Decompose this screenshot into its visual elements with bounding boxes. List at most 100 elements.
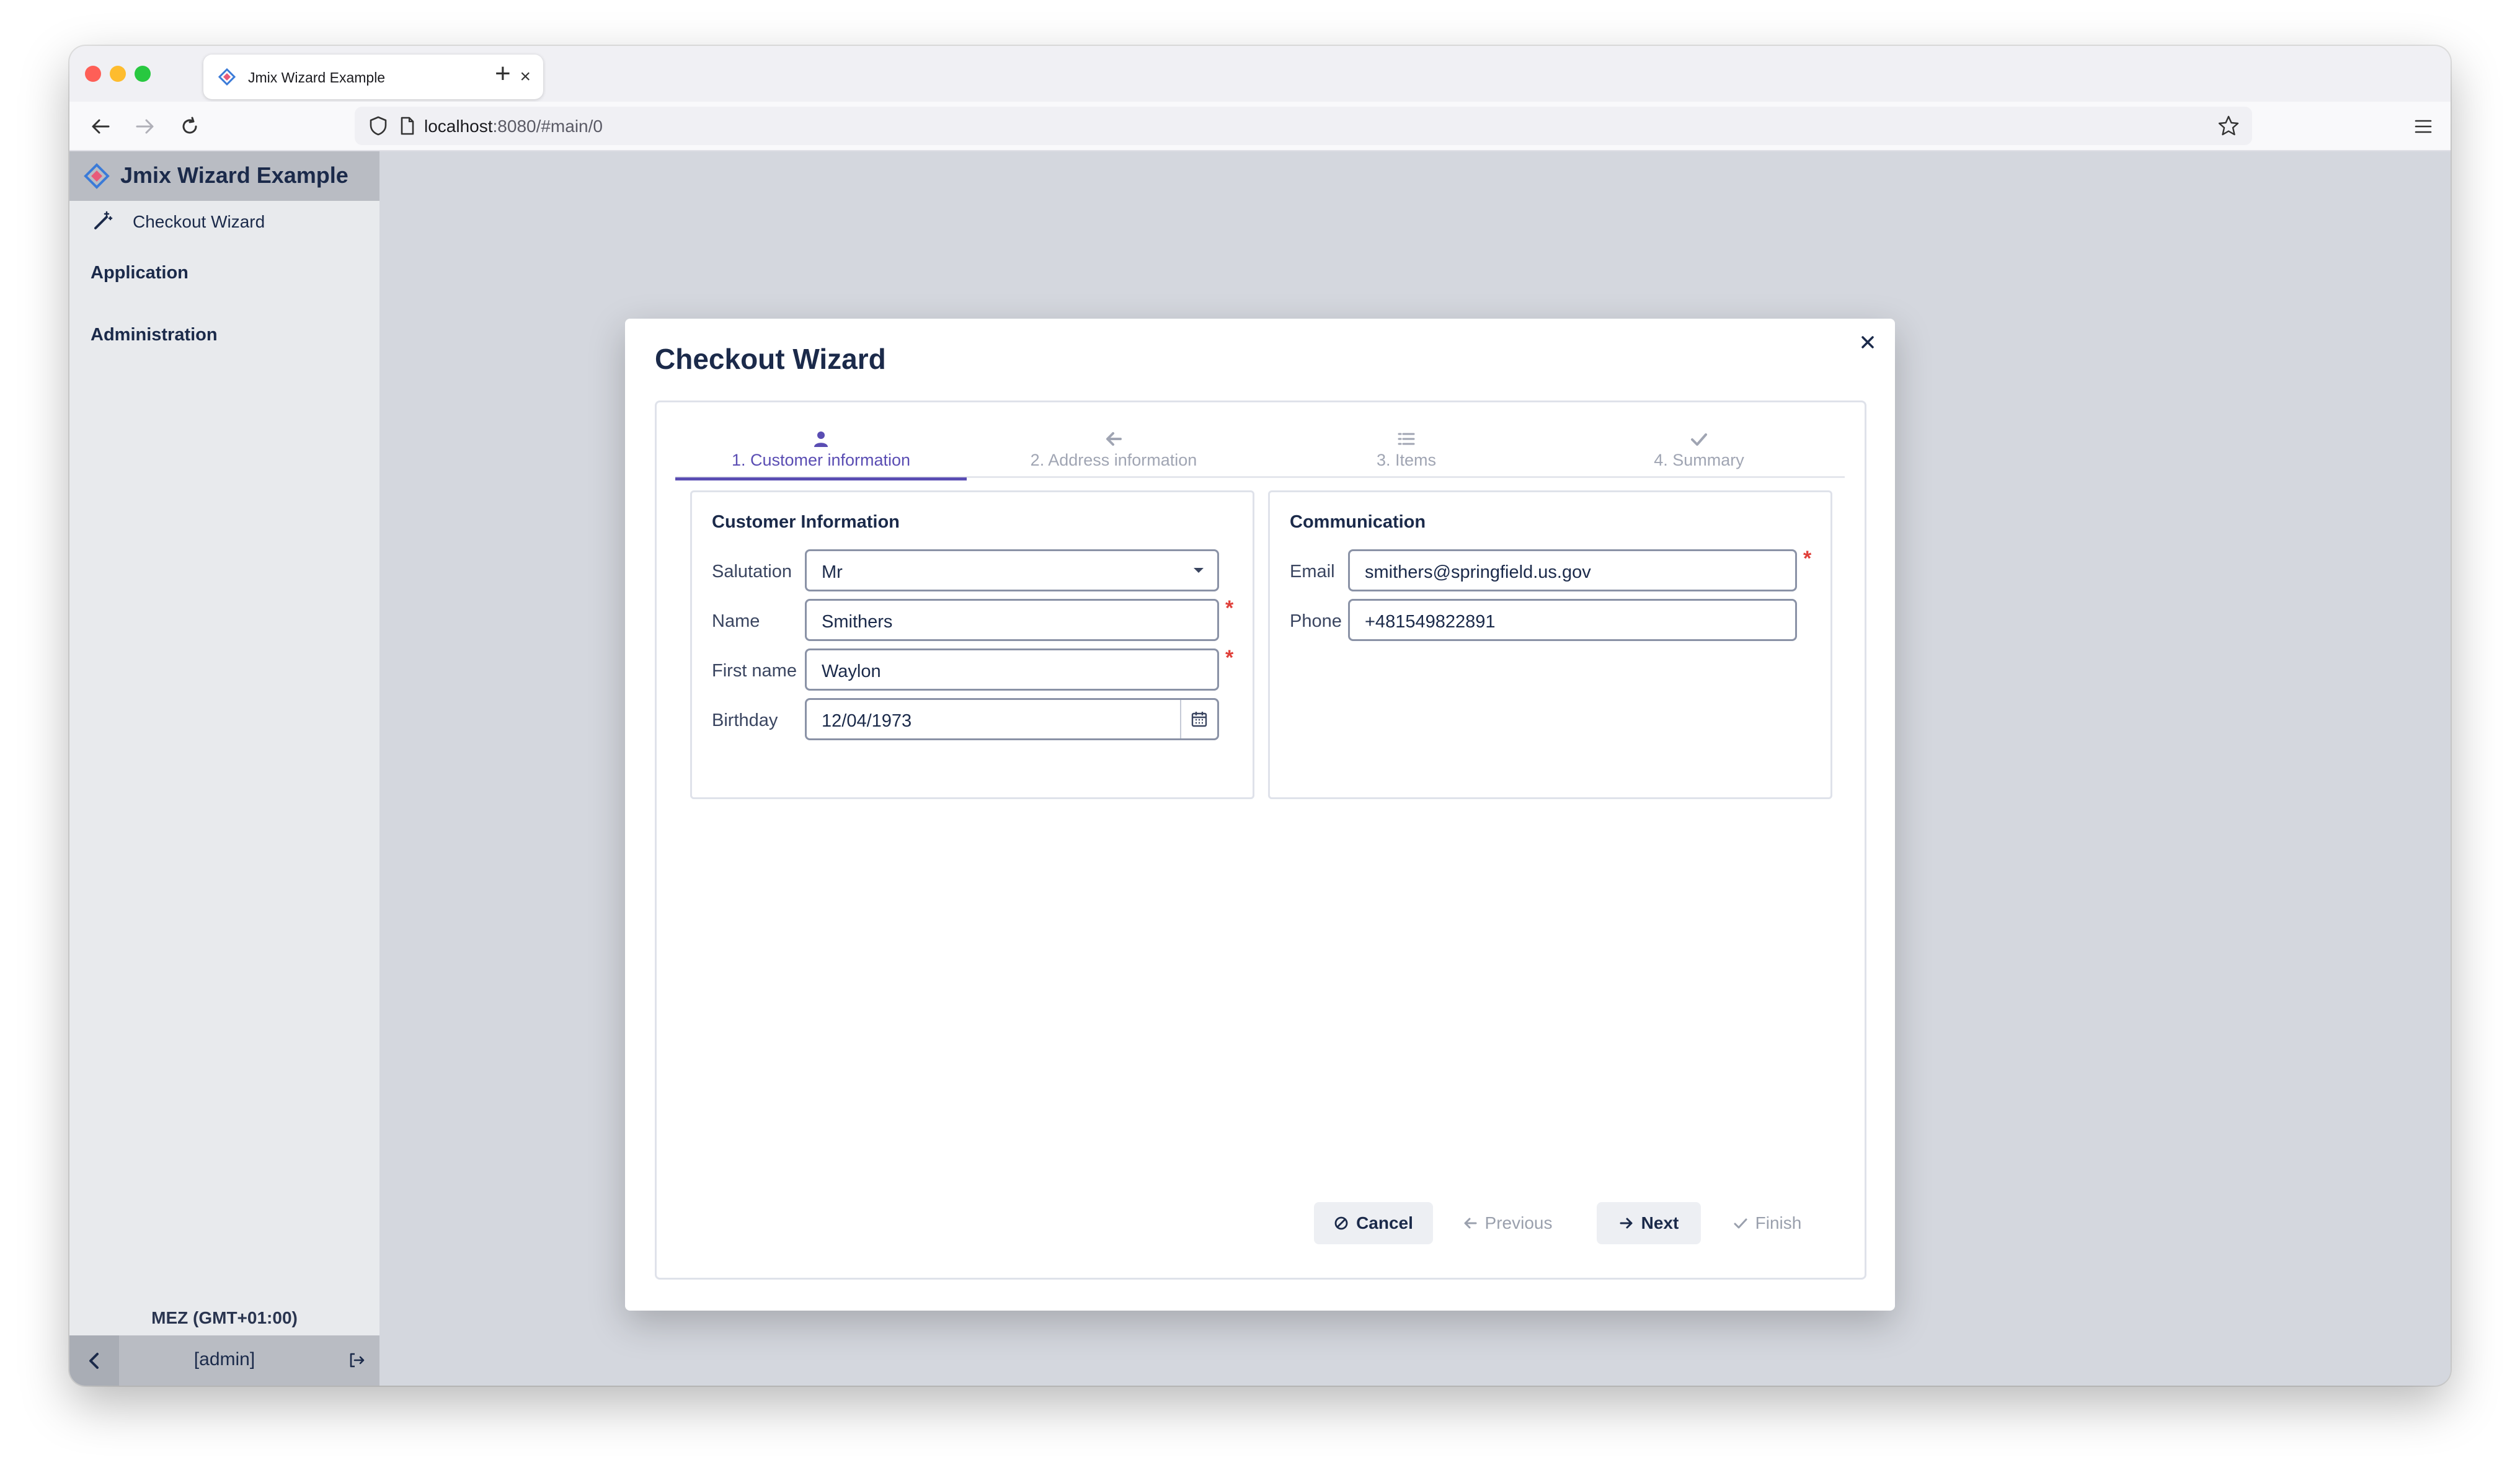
navigation-bar: localhost:8080/#main/0: [69, 102, 2451, 151]
collapse-sidebar-button[interactable]: [69, 1335, 119, 1386]
step-label: 4. Summary: [1654, 451, 1744, 469]
tab-close-icon[interactable]: ×: [520, 66, 531, 88]
arrow-right-icon: [1620, 1218, 1633, 1229]
tab-address-information[interactable]: 2. Address information: [968, 425, 1259, 478]
finish-button[interactable]: Finish: [1721, 1202, 1814, 1244]
browser-window: Jmix Wizard Example × + localhost:8080/#…: [69, 46, 2451, 1386]
arrow-right-icon: [136, 119, 154, 134]
previous-button[interactable]: Previous: [1453, 1202, 1562, 1244]
email-field[interactable]: smithers@springfield.us.gov: [1348, 549, 1797, 591]
step-label: 2. Address information: [1030, 451, 1197, 469]
sidebar-item-checkout-wizard[interactable]: Checkout Wizard: [69, 201, 379, 241]
app-title: Jmix Wizard Example: [120, 162, 348, 188]
application-area: Jmix Wizard Example Checkout Wizard Appl…: [69, 151, 2451, 1386]
page-icon: [401, 117, 414, 135]
communication-panel: Communication Email smithers@springfield…: [1268, 490, 1832, 799]
forward-button[interactable]: [130, 112, 160, 141]
menu-button[interactable]: [2408, 112, 2438, 141]
required-indicator: *: [1803, 547, 1812, 570]
salutation-select[interactable]: Mr: [805, 549, 1219, 591]
minimize-window-button[interactable]: [110, 66, 126, 82]
dialog-close-button[interactable]: [1853, 327, 1883, 357]
required-indicator: *: [1225, 596, 1234, 620]
birthday-value: 12/04/1973: [822, 711, 912, 731]
panel-title: Customer Information: [712, 512, 900, 532]
required-indicator: *: [1225, 646, 1234, 670]
date-picker-button[interactable]: [1180, 700, 1217, 738]
wizard-container: 1. Customer information 2. Address infor…: [655, 400, 1866, 1280]
first-name-value: Waylon: [822, 662, 881, 681]
url-path: :8080/#main/0: [492, 117, 603, 136]
first-name-field[interactable]: Waylon: [805, 648, 1219, 691]
dialog-title: Checkout Wizard: [655, 343, 886, 375]
star-icon[interactable]: [2217, 115, 2240, 137]
jmix-logo-icon: [218, 68, 236, 86]
list-icon: [1398, 433, 1415, 445]
ban-icon: [1334, 1216, 1348, 1230]
user-icon: [814, 431, 828, 447]
close-window-button[interactable]: [85, 66, 101, 82]
sidebar-group-administration[interactable]: Administration: [91, 325, 218, 345]
sidebar-footer: [admin]: [69, 1335, 379, 1386]
chevron-left-icon: [89, 1352, 99, 1369]
customer-information-panel: Customer Information Salutation Mr Name …: [690, 490, 1254, 799]
sidebar-item-label: Checkout Wizard: [133, 212, 265, 231]
next-button[interactable]: Next: [1597, 1202, 1701, 1244]
next-label: Next: [1641, 1213, 1679, 1232]
checkout-wizard-dialog: Checkout Wizard 1. Customer information: [625, 319, 1895, 1311]
name-label: Name: [712, 611, 760, 631]
magic-wand-icon: [94, 211, 113, 229]
name-field[interactable]: Smithers: [805, 599, 1219, 641]
cancel-button[interactable]: Cancel: [1314, 1202, 1433, 1244]
arrow-left-icon: [1464, 1218, 1477, 1229]
sidebar: Jmix Wizard Example Checkout Wizard Appl…: [69, 151, 379, 1386]
calendar-icon: [1191, 712, 1207, 727]
phone-label: Phone: [1290, 611, 1342, 631]
step-label: 1. Customer information: [731, 451, 911, 469]
check-icon: [1691, 433, 1707, 446]
phone-field[interactable]: +481549822891: [1348, 599, 1797, 641]
close-icon: [1861, 336, 1874, 348]
reload-button[interactable]: [175, 112, 205, 141]
tab-title: Jmix Wizard Example: [248, 69, 386, 86]
tab-customer-information[interactable]: 1. Customer information: [675, 425, 967, 480]
logout-icon[interactable]: [347, 1350, 367, 1370]
url-text: localhost:8080/#main/0: [424, 117, 603, 136]
reload-icon: [182, 117, 197, 134]
email-label: Email: [1290, 562, 1335, 582]
address-bar[interactable]: localhost:8080/#main/0: [355, 107, 2252, 145]
birthday-date-field[interactable]: 12/04/1973: [805, 698, 1219, 740]
finish-label: Finish: [1755, 1213, 1802, 1232]
first-name-label: First name: [712, 661, 797, 681]
salutation-label: Salutation: [712, 562, 792, 582]
new-tab-button[interactable]: +: [495, 58, 511, 89]
sidebar-header: Jmix Wizard Example: [69, 151, 379, 201]
tab-items[interactable]: 3. Items: [1261, 425, 1552, 478]
user-indicator[interactable]: [admin]: [119, 1349, 330, 1370]
name-value: Smithers: [822, 612, 893, 632]
panel-title: Communication: [1290, 512, 1426, 532]
caret-down-icon: [1194, 568, 1204, 573]
step-label: 3. Items: [1376, 451, 1437, 469]
tab-strip: Jmix Wizard Example × +: [69, 46, 2451, 102]
jmix-logo-icon: [84, 163, 110, 189]
maximize-window-button[interactable]: [135, 66, 151, 82]
salutation-value: Mr: [822, 562, 843, 582]
birthday-label: Birthday: [712, 710, 778, 730]
browser-tab[interactable]: Jmix Wizard Example ×: [203, 55, 543, 99]
wizard-steps: 1. Customer information 2. Address infor…: [675, 425, 1845, 480]
sidebar-group-application[interactable]: Application: [91, 263, 189, 283]
check-icon: [1734, 1218, 1747, 1229]
phone-value: +481549822891: [1365, 612, 1496, 632]
tab-summary[interactable]: 4. Summary: [1553, 425, 1845, 478]
shield-icon[interactable]: [368, 115, 388, 136]
email-value: smithers@springfield.us.gov: [1365, 562, 1591, 582]
dropdown-toggle[interactable]: [1180, 551, 1217, 590]
timezone-label: MEZ (GMT+01:00): [151, 1308, 298, 1327]
previous-label: Previous: [1484, 1213, 1553, 1232]
arrow-left-icon: [1106, 432, 1122, 446]
cancel-label: Cancel: [1356, 1213, 1413, 1232]
arrow-left-icon: [92, 119, 110, 134]
back-button[interactable]: [86, 112, 115, 141]
hamburger-menu-icon: [2415, 120, 2432, 133]
